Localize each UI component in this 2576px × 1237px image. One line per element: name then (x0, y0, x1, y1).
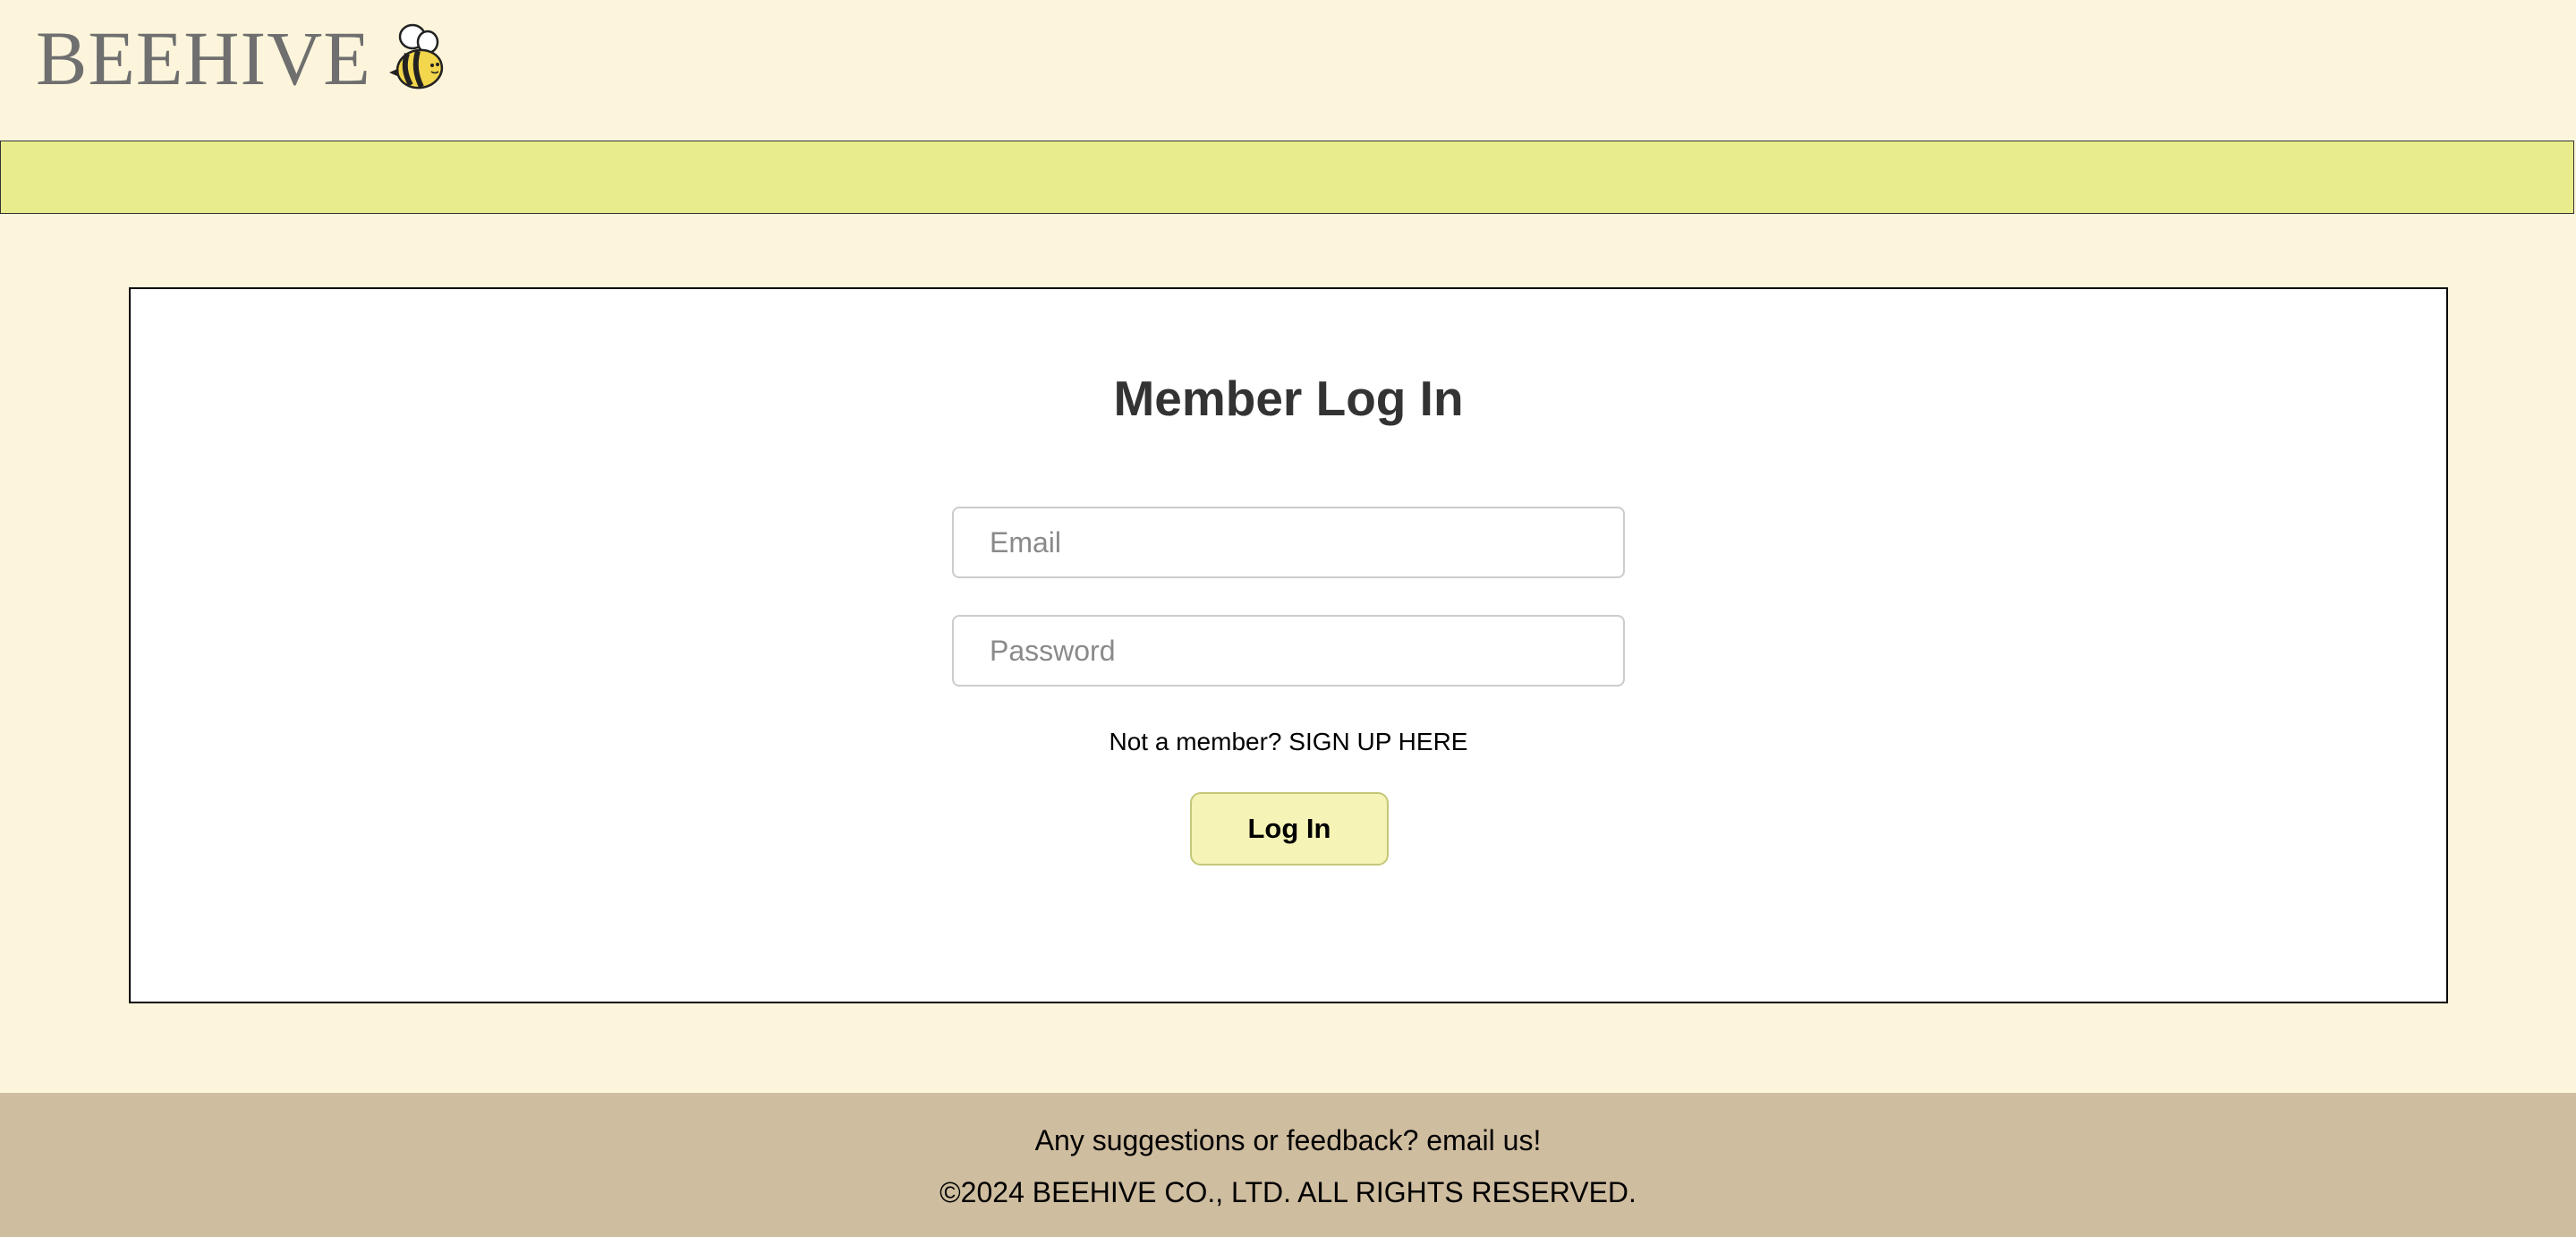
signup-prompt-row: Not a member? SIGN UP HERE (131, 728, 2446, 756)
login-button[interactable]: Log In (1190, 792, 1389, 866)
email-field[interactable] (952, 507, 1625, 578)
login-title: Member Log In (1113, 371, 1464, 426)
signup-prompt: Not a member? (1109, 728, 1282, 755)
copyright-text: ©2024 BEEHIVE CO., LTD. ALL RIGHTS RESER… (939, 1176, 1637, 1208)
site-footer: Any suggestions or feedback? email us! ©… (0, 1093, 2576, 1237)
nav-bar (0, 141, 2574, 214)
site-logo[interactable]: BEEHIVE (36, 20, 452, 97)
signup-link[interactable]: SIGN UP HERE (1288, 728, 1467, 755)
login-card: Member Log In Not a member? SIGN UP HERE… (129, 287, 2448, 1003)
site-header: BEEHIVE (0, 0, 2576, 141)
feedback-text[interactable]: Any suggestions or feedback? email us! (0, 1124, 2576, 1157)
logo-text: BEEHIVE (36, 15, 371, 101)
password-field[interactable] (952, 615, 1625, 687)
bee-icon (388, 23, 443, 90)
